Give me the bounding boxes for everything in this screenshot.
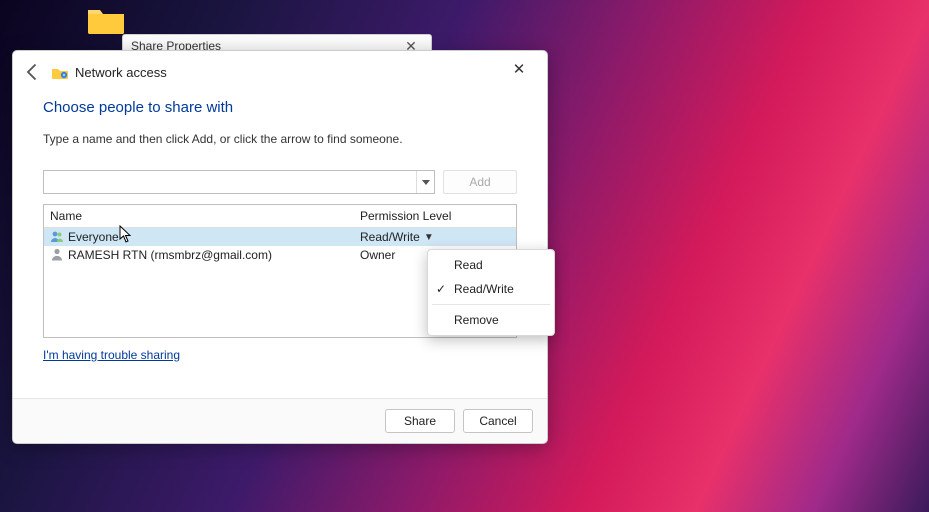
add-button[interactable]: Add (443, 170, 517, 194)
dialog-heading: Choose people to share with (43, 99, 517, 116)
permission-dropdown-icon[interactable]: ▼ (424, 232, 434, 243)
share-button[interactable]: Share (385, 409, 455, 433)
trouble-sharing-link[interactable]: I'm having trouble sharing (43, 348, 180, 362)
chevron-down-icon (422, 180, 430, 185)
people-combo[interactable] (43, 170, 435, 194)
back-arrow-icon (23, 62, 43, 82)
user-icon (50, 247, 64, 264)
menu-item-remove[interactable]: Remove (428, 308, 554, 332)
row-name: Everyone (68, 230, 119, 244)
list-row-everyone[interactable]: Everyone Read/Write ▼ (44, 228, 516, 246)
column-header-name[interactable]: Name (44, 205, 354, 227)
checkmark-icon: ✓ (436, 282, 446, 296)
everyone-icon (50, 229, 64, 246)
dialog-footer: Share Cancel (13, 398, 547, 443)
column-header-permission[interactable]: Permission Level (354, 205, 516, 227)
row-permission: Read/Write (360, 230, 420, 244)
menu-separator (432, 304, 550, 305)
row-name: RAMESH RTN (rmsmbrz@gmail.com) (68, 248, 272, 262)
dialog-subtext: Type a name and then click Add, or click… (43, 132, 517, 146)
cancel-button[interactable]: Cancel (463, 409, 533, 433)
folder-icon (86, 4, 126, 36)
dialog-header: Network access ✕ (13, 51, 547, 87)
dialog-title: Network access (75, 65, 167, 80)
permission-context-menu: Read ✓ Read/Write Remove (427, 249, 555, 336)
network-access-dialog: Network access ✕ Choose people to share … (12, 50, 548, 444)
close-button[interactable]: ✕ (501, 55, 537, 83)
menu-item-read[interactable]: Read (428, 253, 554, 277)
combo-arrow-button[interactable] (416, 171, 434, 193)
menu-item-readwrite[interactable]: ✓ Read/Write (428, 277, 554, 301)
back-button[interactable] (23, 62, 43, 82)
network-icon (51, 64, 69, 80)
row-permission: Owner (360, 248, 395, 262)
